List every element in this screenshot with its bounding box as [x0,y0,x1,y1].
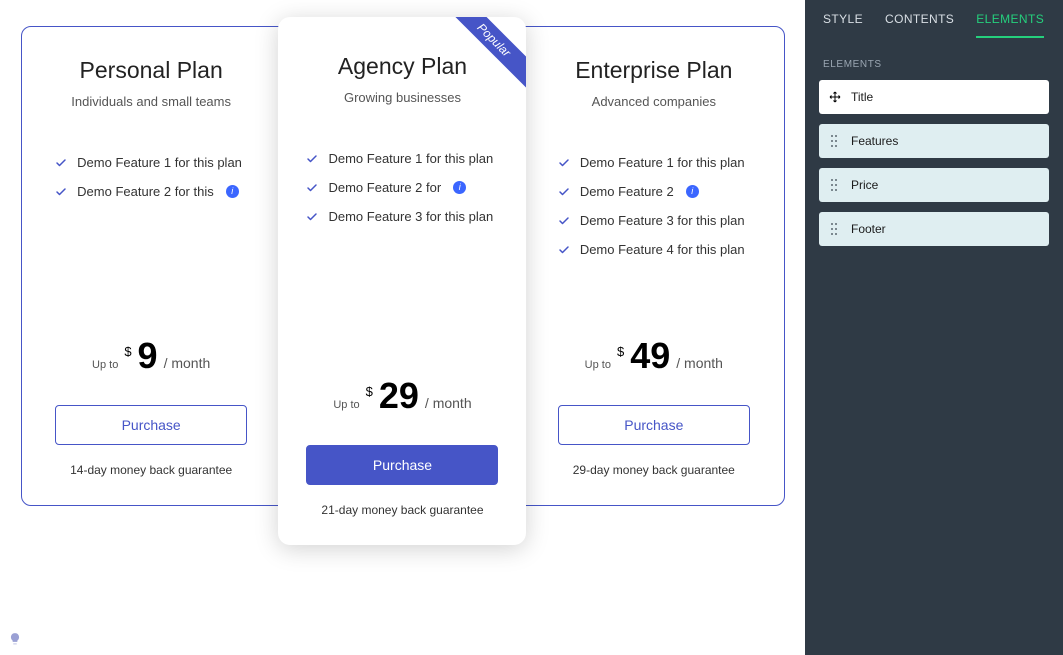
elements-section-label: ELEMENTS [805,39,1063,80]
element-item-label: Title [851,90,873,104]
purchase-button[interactable]: Purchase [306,445,498,485]
feature-row: Demo Feature 4 for this plan [558,242,750,257]
check-icon [55,157,67,169]
elements-list: Title Features Price Footer [805,80,1063,246]
check-icon [55,186,67,198]
check-icon [558,244,570,256]
feature-row: Demo Feature 3 for this plan [306,209,498,224]
panel-tabs: STYLE CONTENTS ELEMENTS [805,0,1063,39]
price-block: Up to $29 / month [306,375,498,417]
drag-grip-icon[interactable] [829,135,841,147]
price-currency: $ [617,344,624,359]
purchase-button[interactable]: Purchase [558,405,750,445]
check-icon [306,153,318,165]
element-item-label: Features [851,134,898,148]
pricing-board: Personal Plan Individuals and small teams… [21,26,785,506]
price-currency: $ [366,384,373,399]
feature-row: Demo Feature 1 for this plan [558,155,750,170]
tab-contents[interactable]: CONTENTS [885,12,954,38]
price-period: / month [425,395,472,411]
check-icon [306,182,318,194]
element-item-label: Price [851,178,878,192]
check-icon [558,186,570,198]
price-prefix: Up to [333,399,359,411]
check-icon [558,215,570,227]
info-icon[interactable]: i [226,185,239,198]
drag-grip-icon[interactable] [829,223,841,235]
price-block: Up to $9 / month [55,335,247,377]
plan-subtitle: Advanced companies [558,94,750,109]
feature-row: Demo Feature 2 for i [306,180,498,195]
price-amount: 49 [630,335,670,377]
tab-style[interactable]: STYLE [823,12,863,38]
feature-text: Demo Feature 2 [580,184,674,199]
drag-grip-icon[interactable] [829,179,841,191]
price-currency: $ [124,344,131,359]
feature-row: Demo Feature 2 i [558,184,750,199]
feature-text: Demo Feature 2 for this [77,184,214,199]
check-icon [558,157,570,169]
feature-text: Demo Feature 2 for [328,180,441,195]
price-amount: 29 [379,375,419,417]
pricing-canvas: Personal Plan Individuals and small teams… [0,0,805,655]
feature-text: Demo Feature 1 for this plan [77,155,242,170]
feature-list: Demo Feature 1 for this plan Demo Feature… [55,155,247,199]
feature-row: Demo Feature 1 for this plan [55,155,247,170]
plan-subtitle: Individuals and small teams [55,94,247,109]
element-item-title[interactable]: Title [819,80,1049,114]
pricing-plan: PopularAgency PlanGrowing businessesDemo… [278,17,526,545]
purchase-button[interactable]: Purchase [55,405,247,445]
plan-title: Enterprise Plan [558,57,750,84]
pricing-plan: Enterprise Plan Advanced companies Demo Fe… [530,27,778,505]
element-item-price[interactable]: Price [819,168,1049,202]
feature-list: Demo Feature 1 for this plan Demo Feature… [306,151,498,224]
feature-text: Demo Feature 1 for this plan [328,151,493,166]
plan-footer-note: 21-day money back guarantee [306,503,498,517]
feature-text: Demo Feature 1 for this plan [580,155,745,170]
feature-row: Demo Feature 3 for this plan [558,213,750,228]
move-icon[interactable] [829,91,841,103]
feature-text: Demo Feature 3 for this plan [328,209,493,224]
element-item-label: Footer [851,222,886,236]
plan-footer-note: 29-day money back guarantee [558,463,750,477]
plan-title: Personal Plan [55,57,247,84]
plan-footer-note: 14-day money back guarantee [55,463,247,477]
price-period: / month [676,355,723,371]
price-amount: 9 [138,335,158,377]
plan-title: Agency Plan [306,53,498,80]
check-icon [306,211,318,223]
pricing-plan: Personal Plan Individuals and small teams… [27,27,275,505]
price-block: Up to $49 / month [558,335,750,377]
inspector-panel: STYLECONTENTSELEMENTS ELEMENTS TitleFeat… [805,0,1063,655]
price-prefix: Up to [585,359,611,371]
price-prefix: Up to [92,359,118,371]
info-icon[interactable]: i [453,181,466,194]
tab-elements[interactable]: ELEMENTS [976,12,1044,38]
element-item-footer[interactable]: Footer [819,212,1049,246]
feature-list: Demo Feature 1 for this plan Demo Feature… [558,155,750,257]
feature-row: Demo Feature 1 for this plan [306,151,498,166]
feature-row: Demo Feature 2 for this i [55,184,247,199]
plan-subtitle: Growing businesses [306,90,498,105]
feature-text: Demo Feature 4 for this plan [580,242,745,257]
feature-text: Demo Feature 3 for this plan [580,213,745,228]
element-item-features[interactable]: Features [819,124,1049,158]
price-period: / month [164,355,211,371]
info-icon[interactable]: i [686,185,699,198]
hint-bulb-icon[interactable] [8,632,22,649]
